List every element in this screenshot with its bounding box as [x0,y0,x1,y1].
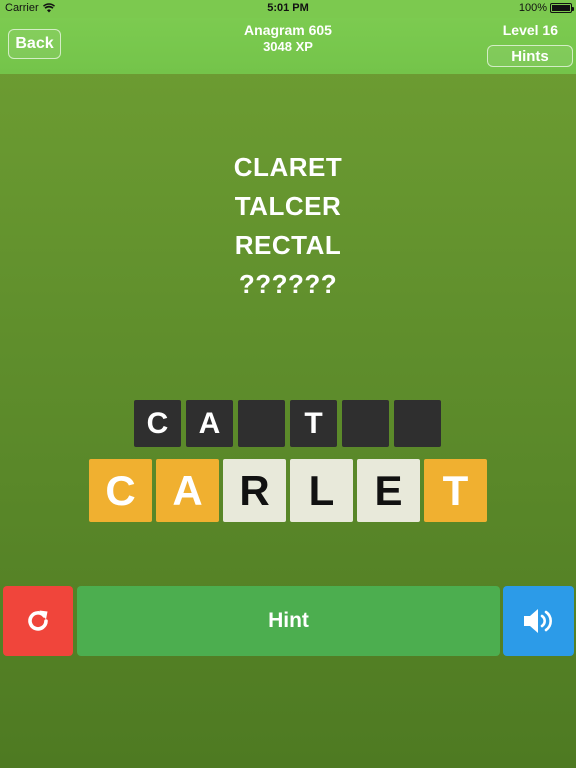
clue-word: RECTAL [234,230,342,260]
letter-tile[interactable]: L [290,459,353,522]
answer-slot[interactable]: A [186,400,233,447]
letter-tiles: C A R L E T [89,459,487,522]
level-indicator: Level 16 [502,22,558,38]
hint-button[interactable]: Hint [77,586,500,656]
clue-word: CLARET [233,152,343,182]
hints-button[interactable]: Hints [487,45,573,67]
clock: 5:01 PM [267,2,309,14]
answer-slot[interactable] [238,400,285,447]
letter-tile[interactable]: T [424,459,487,522]
letter-tile[interactable]: R [223,459,286,522]
battery-percent: 100% [518,2,547,14]
status-bar: Carrier 5:01 PM 100% [0,0,576,18]
clue-list: CLARET TALCER RECTAL ?????? [0,148,576,304]
clue-word: TALCER [234,191,342,221]
answer-slot[interactable]: T [290,400,337,447]
answer-slots: C A T [134,400,441,447]
answer-slot[interactable] [342,400,389,447]
game-header: Back Anagram 605 3048 XP Level 16 Hints [0,18,576,74]
puzzle-title: Anagram 605 [244,22,332,38]
battery-info: 100% [518,2,574,14]
letter-tile[interactable]: A [156,459,219,522]
battery-icon [550,3,574,13]
answer-slot[interactable]: C [134,400,181,447]
answer-slot[interactable] [394,400,441,447]
letter-tile[interactable]: C [89,459,152,522]
sound-button[interactable] [503,586,574,656]
speaker-icon [523,609,552,633]
letter-tile[interactable]: E [357,459,420,522]
reset-button[interactable] [3,586,73,656]
clue-mystery-word: ?????? [238,269,338,299]
refresh-icon [28,610,48,631]
